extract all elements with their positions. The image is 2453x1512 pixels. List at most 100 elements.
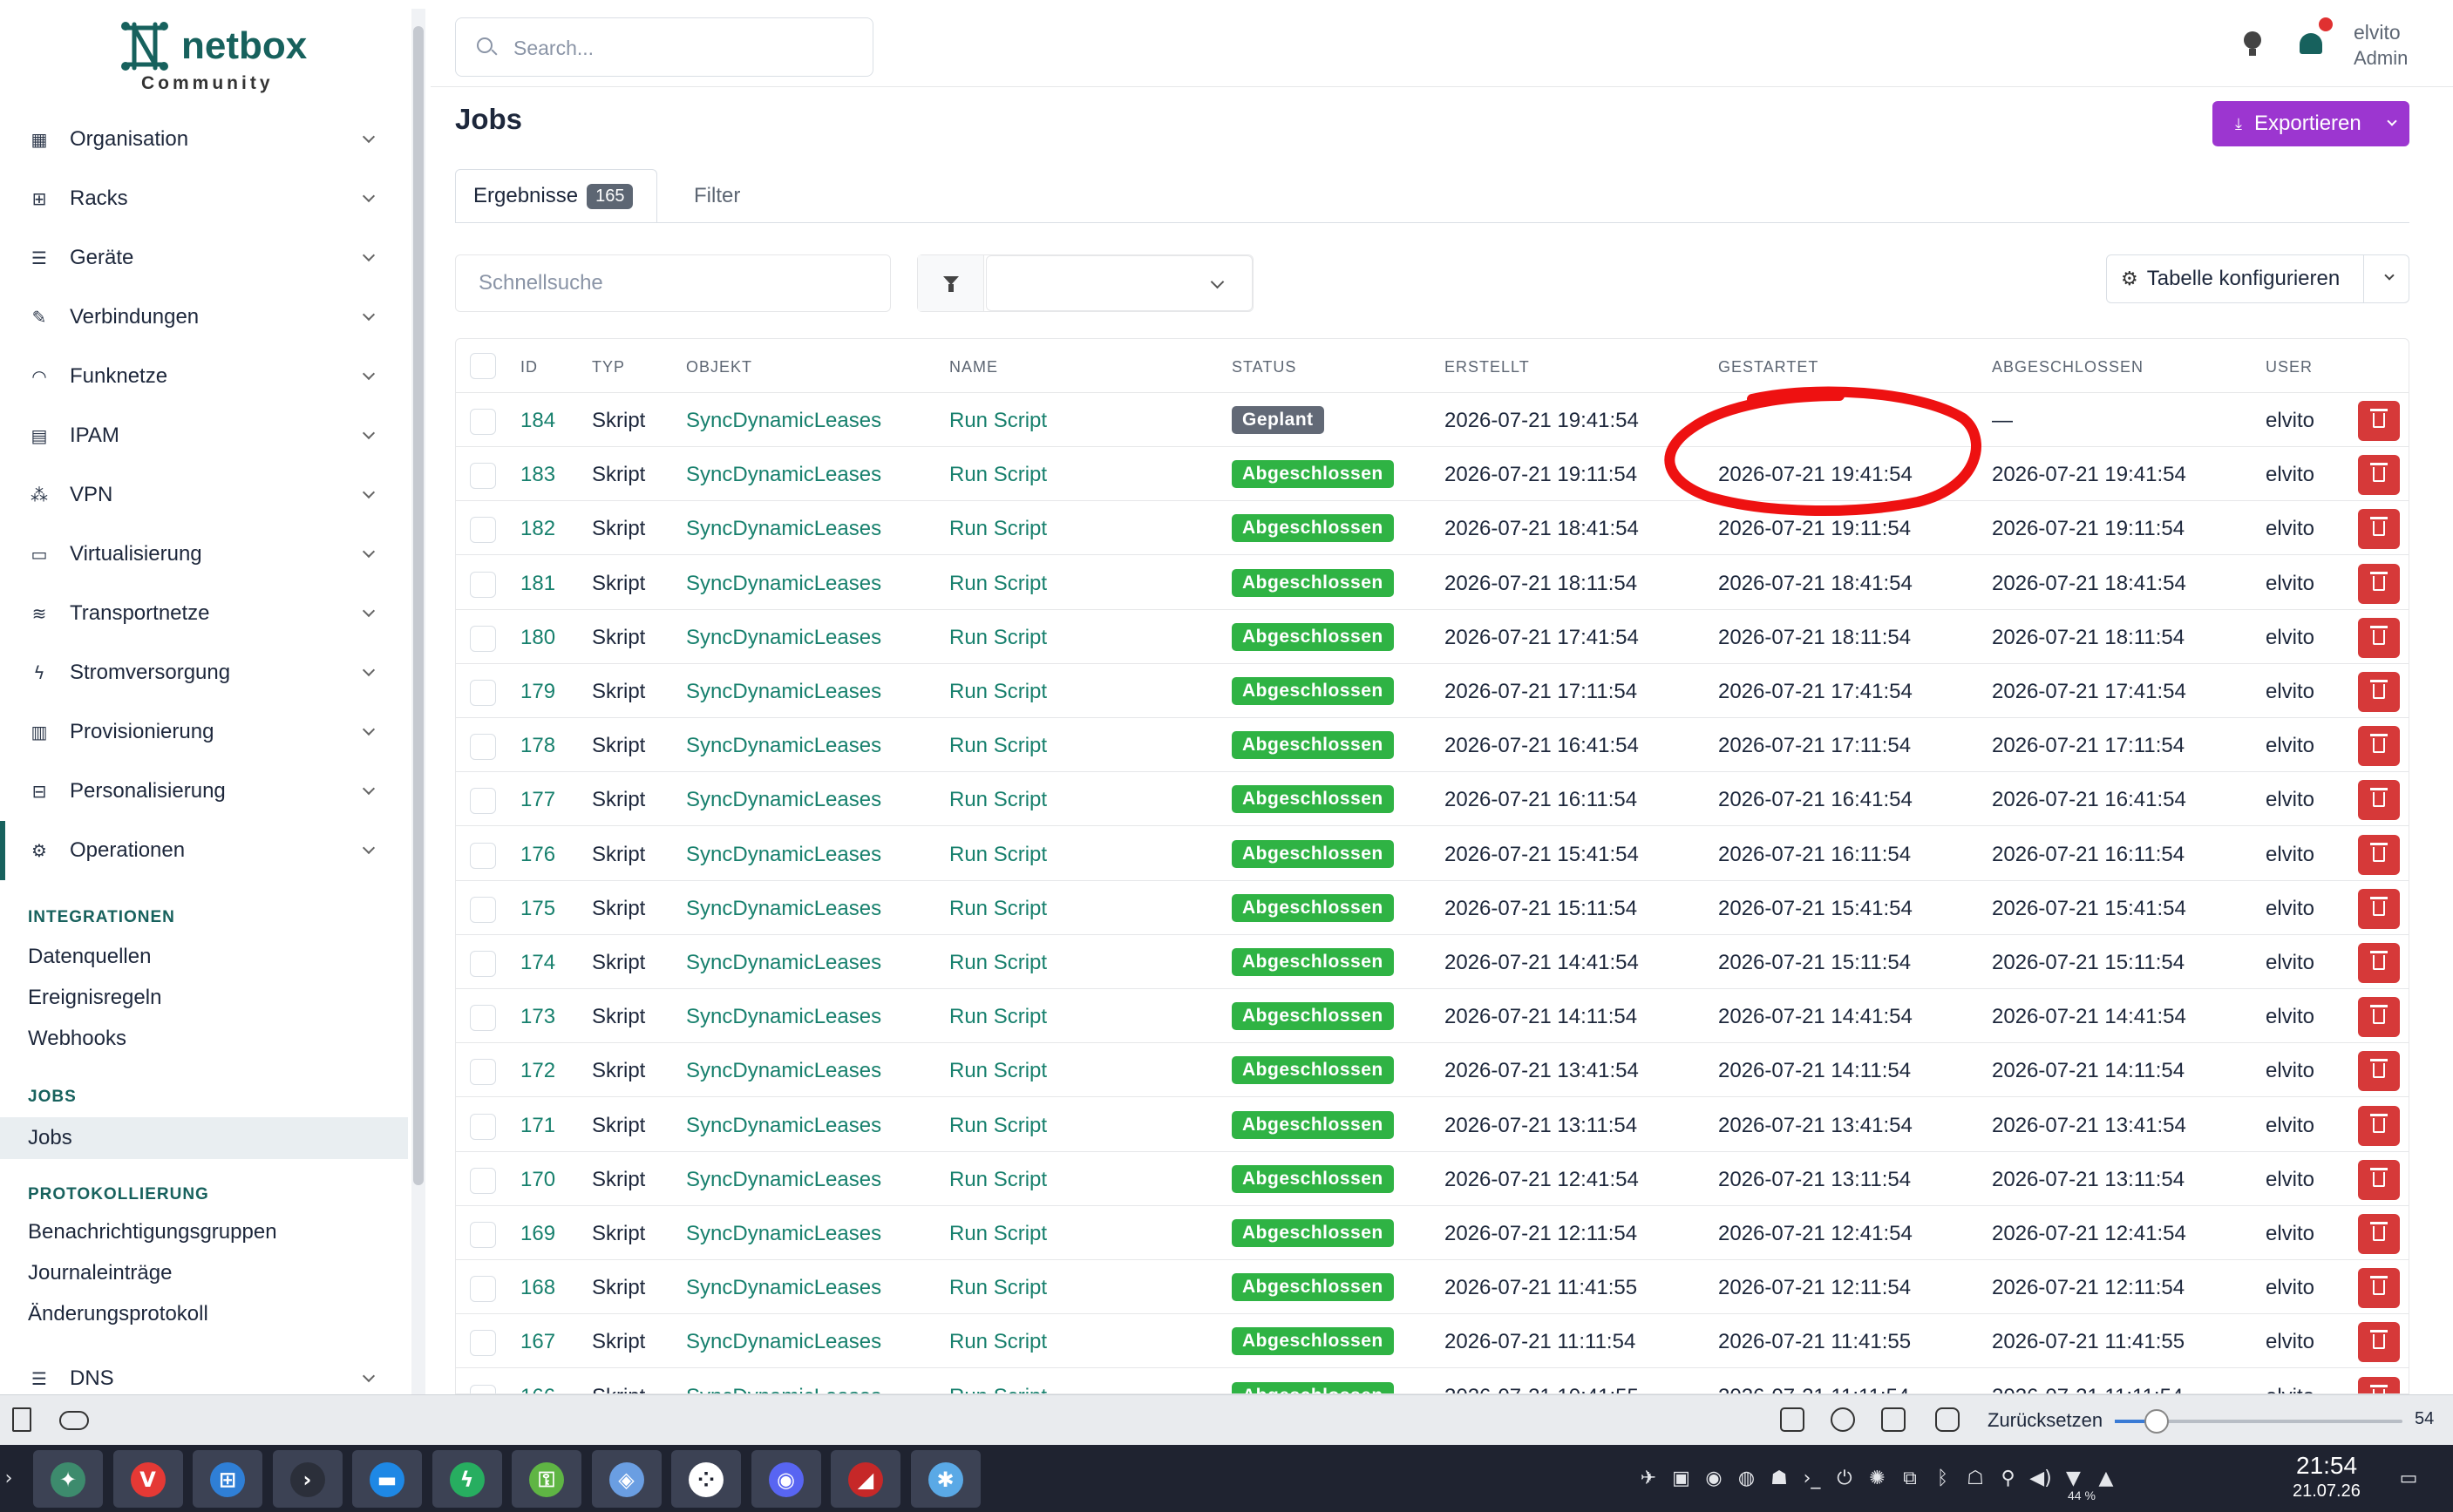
job-name-link[interactable]: Run Script [949, 734, 1047, 758]
job-id-link[interactable]: 177 [520, 788, 555, 812]
delete-button[interactable] [2358, 1105, 2400, 1146]
tray-icon[interactable]: ᛒ [1930, 1466, 1956, 1492]
row-checkbox[interactable] [470, 734, 496, 761]
delete-button[interactable] [2358, 726, 2400, 767]
table-row[interactable]: 178 Skript SyncDynamicLeases Run Script Abge… [456, 718, 2409, 773]
taskbar-app-dots[interactable]: ⁘ [671, 1450, 741, 1508]
table-row[interactable]: 182 Skript SyncDynamicLeases Run Script Abge… [456, 501, 2409, 556]
sidebar-item-virtualisierung[interactable]: ▭ Virtualisierung [0, 525, 408, 584]
job-name-link[interactable]: Run Script [949, 1168, 1047, 1192]
job-name-link[interactable]: Run Script [949, 1276, 1047, 1300]
sidebar-item-transportnetze[interactable]: ≋ Transportnetze [0, 584, 408, 643]
column-header-user[interactable]: USER [2266, 358, 2313, 376]
job-name-link[interactable]: Run Script [949, 843, 1047, 867]
table-row[interactable]: 177 Skript SyncDynamicLeases Run Script Abge… [456, 772, 2409, 827]
taskbar-app-terminal[interactable]: › [272, 1450, 343, 1508]
tab-ergebnisse[interactable]: Ergebnisse 165 [455, 169, 657, 223]
lightbulb-icon[interactable] [2244, 31, 2261, 56]
select-all-checkbox[interactable] [470, 353, 496, 379]
delete-button[interactable] [2358, 834, 2400, 875]
table-row[interactable]: 180 Skript SyncDynamicLeases Run Script Abge… [456, 610, 2409, 664]
tray-icon[interactable]: ◉ [1701, 1466, 1727, 1492]
row-checkbox[interactable] [470, 1330, 496, 1357]
sidebar-item-dns[interactable]: ☰ DNS [0, 1349, 408, 1394]
sidebar-item-funknetze[interactable]: ◠ Funknetze [0, 347, 408, 406]
job-name-link[interactable]: Run Script [949, 626, 1047, 650]
tray-icon[interactable]: ☖ [1962, 1466, 1988, 1492]
zoom-slider[interactable] [2115, 1409, 2402, 1434]
table-row[interactable]: 183 Skript SyncDynamicLeases Run Script Abge… [456, 447, 2409, 502]
job-object-link[interactable]: SyncDynamicLeases [686, 626, 881, 650]
job-object-link[interactable]: SyncDynamicLeases [686, 951, 881, 975]
global-search[interactable] [455, 17, 873, 77]
sidebar-item-organisation[interactable]: ▦ Organisation [0, 110, 408, 169]
sidebar-item-ipam[interactable]: ▤ IPAM [0, 406, 408, 465]
column-header-objekt[interactable]: OBJEKT [686, 358, 752, 376]
job-id-link[interactable]: 166 [520, 1385, 555, 1393]
job-id-link[interactable]: 174 [520, 951, 555, 975]
table-row[interactable]: 179 Skript SyncDynamicLeases Run Script Abge… [456, 664, 2409, 718]
panel-toggle-icon[interactable] [12, 1407, 31, 1432]
taskbar-app-plasma[interactable]: ✱ [910, 1450, 981, 1508]
sidebar-item-operationen[interactable]: ⚙ Operationen [0, 821, 408, 880]
taskbar-app-discord[interactable]: ◉ [751, 1450, 821, 1508]
table-row[interactable]: 181 Skript SyncDynamicLeases Run Script Abge… [456, 556, 2409, 610]
row-checkbox[interactable] [470, 625, 496, 652]
tray-icon[interactable]: ›_ [1799, 1466, 1825, 1492]
job-name-link[interactable]: Run Script [949, 1114, 1047, 1138]
tab-filter[interactable]: Filter [676, 169, 758, 223]
job-name-link[interactable]: Run Script [949, 1330, 1047, 1354]
user-name[interactable]: elvito [2354, 21, 2401, 44]
job-id-link[interactable]: 176 [520, 843, 555, 867]
job-object-link[interactable]: SyncDynamicLeases [686, 843, 881, 867]
column-header-abgeschlossen[interactable]: ABGESCHLOSSEN [1992, 358, 2144, 376]
chevron-down-icon[interactable] [2384, 270, 2395, 281]
delete-button[interactable] [2358, 672, 2400, 712]
job-id-link[interactable]: 168 [520, 1276, 555, 1300]
tray-icon[interactable]: ◍ [1734, 1466, 1760, 1492]
row-checkbox[interactable] [470, 788, 496, 815]
job-name-link[interactable]: Run Script [949, 517, 1047, 541]
sidebar-item-geräte[interactable]: ☰ Geräte [0, 228, 408, 288]
delete-button[interactable] [2358, 1376, 2400, 1393]
delete-button[interactable] [2358, 617, 2400, 658]
job-object-link[interactable]: SyncDynamicLeases [686, 1168, 881, 1192]
row-checkbox[interactable] [470, 896, 496, 923]
tiling-icon[interactable] [1881, 1407, 1906, 1432]
saved-filter-select[interactable] [986, 255, 1253, 311]
delete-button[interactable] [2358, 1214, 2400, 1254]
job-id-link[interactable]: 170 [520, 1168, 555, 1192]
row-checkbox[interactable] [470, 409, 496, 435]
row-checkbox[interactable] [470, 1059, 496, 1086]
quick-search-input[interactable]: Schnellsuche [455, 254, 891, 312]
job-object-link[interactable]: SyncDynamicLeases [686, 897, 881, 921]
delete-button[interactable] [2358, 455, 2400, 496]
row-checkbox[interactable] [470, 463, 496, 490]
row-checkbox[interactable] [470, 517, 496, 544]
filter-button[interactable] [918, 255, 984, 311]
cloud-sync-icon[interactable] [59, 1411, 89, 1430]
job-object-link[interactable]: SyncDynamicLeases [686, 463, 881, 487]
column-header-status[interactable]: STATUS [1232, 358, 1296, 376]
job-id-link[interactable]: 179 [520, 680, 555, 704]
job-id-link[interactable]: 175 [520, 897, 555, 921]
sidebar-item-personalisierung[interactable]: ⊟ Personalisierung [0, 762, 408, 821]
sidebar-link-ereignisregeln[interactable]: Ereignisregeln [28, 986, 161, 1010]
job-id-link[interactable]: 184 [520, 409, 555, 433]
job-name-link[interactable]: Run Script [949, 1005, 1047, 1029]
job-name-link[interactable]: Run Script [949, 1385, 1047, 1393]
job-id-link[interactable]: 178 [520, 734, 555, 758]
delete-button[interactable] [2358, 509, 2400, 550]
table-row[interactable]: 172 Skript SyncDynamicLeases Run Script Abge… [456, 1043, 2409, 1098]
table-row[interactable]: 184 Skript SyncDynamicLeases Run Script Gepl… [456, 393, 2409, 447]
tray-icon[interactable]: ▣ [1668, 1466, 1695, 1492]
job-object-link[interactable]: SyncDynamicLeases [686, 572, 881, 596]
taskbar-app-keys[interactable]: ⚿ [512, 1450, 581, 1508]
job-object-link[interactable]: SyncDynamicLeases [686, 1385, 881, 1393]
table-row[interactable]: 167 Skript SyncDynamicLeases Run Script Abge… [456, 1314, 2409, 1369]
delete-button[interactable] [2358, 1268, 2400, 1309]
table-row[interactable]: 170 Skript SyncDynamicLeases Run Script Abge… [456, 1152, 2409, 1206]
job-object-link[interactable]: SyncDynamicLeases [686, 1222, 881, 1246]
job-name-link[interactable]: Run Script [949, 1059, 1047, 1083]
tray-icon[interactable]: ⚲ [1995, 1466, 2022, 1492]
